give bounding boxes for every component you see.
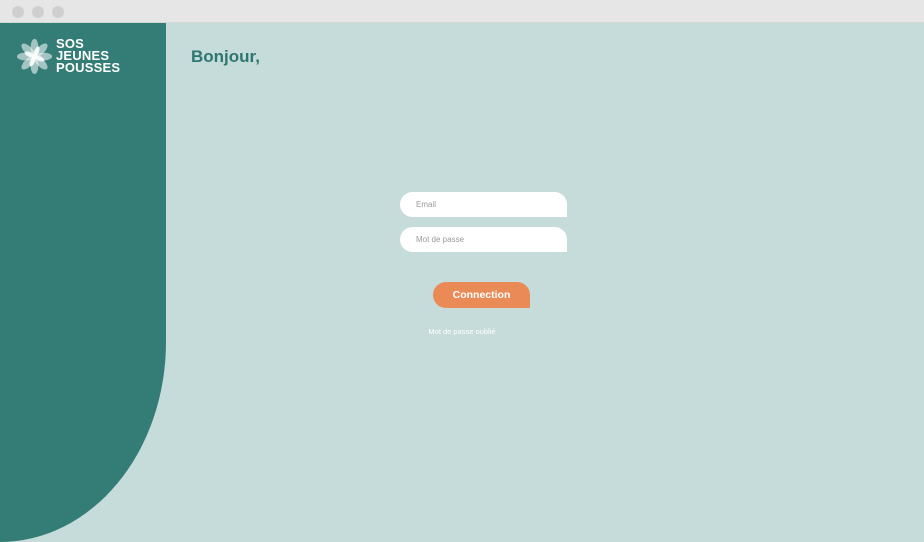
connection-button[interactable]: Connection: [433, 282, 530, 308]
window-minimize-control[interactable]: [32, 6, 44, 18]
forgot-password-row: Mot de passe oublié: [0, 327, 924, 336]
window-zoom-control[interactable]: [52, 6, 64, 18]
window-titlebar: [0, 0, 924, 23]
sidebar: [0, 23, 166, 542]
email-field[interactable]: [400, 192, 567, 217]
page-greeting: Bonjour,: [191, 47, 260, 66]
password-field[interactable]: [400, 227, 567, 252]
flower-icon: [16, 38, 53, 75]
brand-name: SOS JEUNES POUSSES: [56, 37, 121, 75]
window-close-control[interactable]: [12, 6, 24, 18]
brand-line-3: POUSSES: [56, 60, 121, 75]
forgot-password-link[interactable]: Mot de passe oublié: [428, 327, 495, 336]
